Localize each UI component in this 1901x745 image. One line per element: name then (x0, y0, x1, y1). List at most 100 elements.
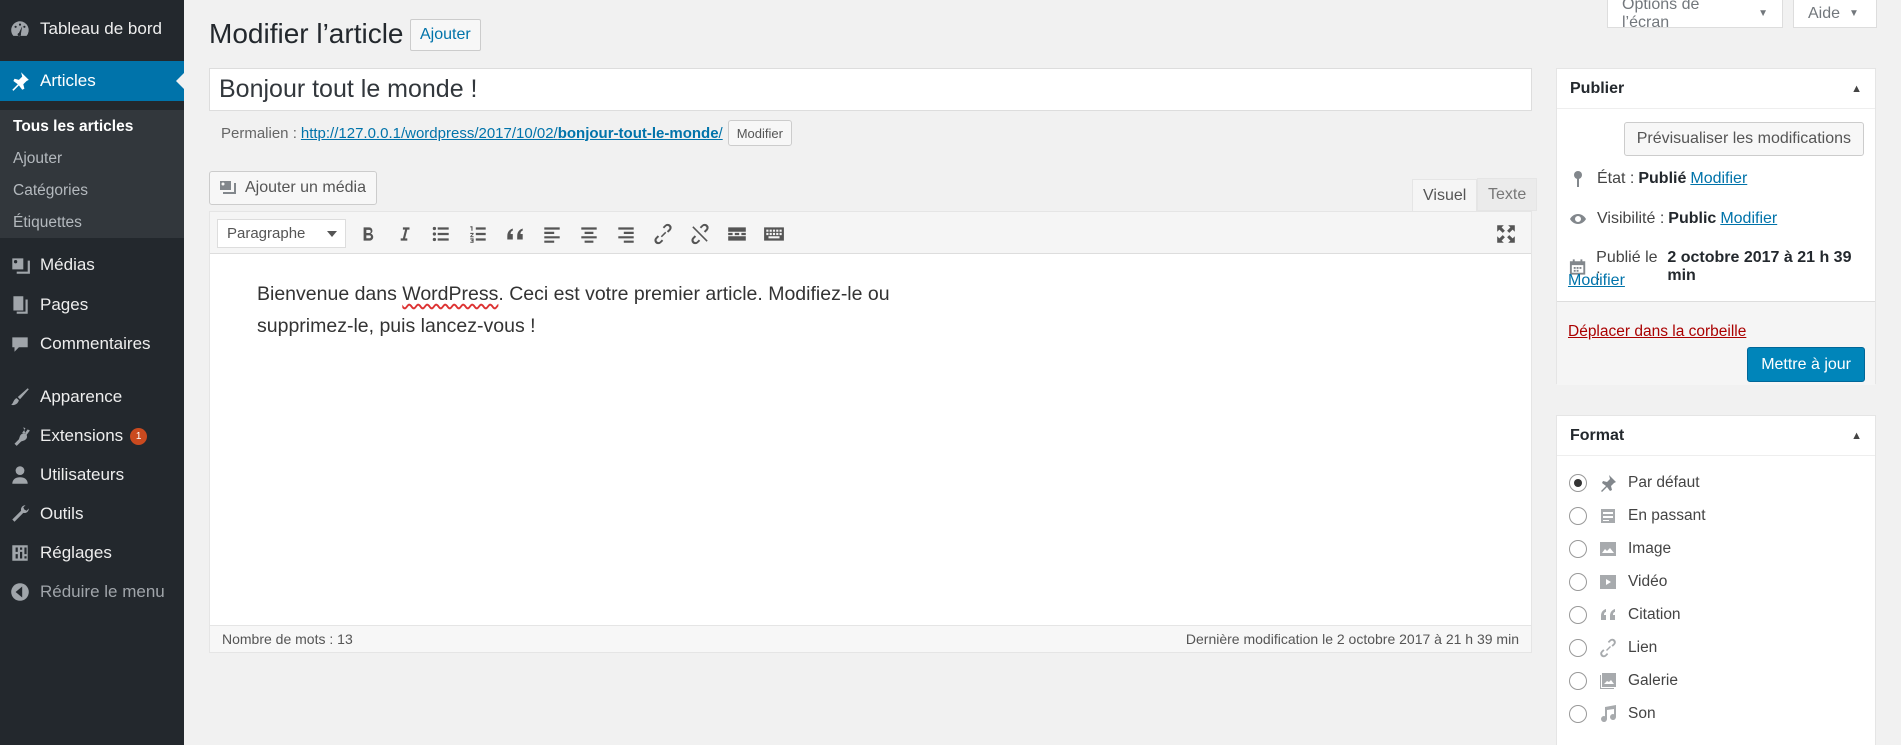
screen-options-button[interactable]: Options de l’écran ▼ (1607, 0, 1783, 31)
submenu-tags[interactable]: Étiquettes (13, 214, 82, 232)
eye-icon (1570, 214, 1586, 224)
submenu-all-articles[interactable]: Tous les articles (13, 118, 133, 136)
update-button[interactable]: Mettre à jour (1747, 347, 1865, 382)
format-radio-audio[interactable] (1569, 705, 1587, 723)
last-edit: Dernière modification le 2 octobre 2017 … (1185, 631, 1519, 647)
format-option-image[interactable]: Image (1569, 537, 1671, 561)
numbered-list-button[interactable] (465, 221, 491, 247)
format-box-header[interactable]: Format ▲ (1557, 416, 1875, 456)
bullet-list-button[interactable] (428, 221, 454, 247)
media-icon (0, 254, 40, 276)
menu-media-label: Médias (40, 255, 95, 274)
menu-collapse[interactable]: Réduire le menu (0, 572, 184, 612)
visibility-row: Visibilité : Public Modifier (1568, 209, 1777, 229)
link-icon (1597, 637, 1619, 659)
preview-changes-button[interactable]: Prévisualiser les modifications (1623, 122, 1864, 156)
add-media-button[interactable]: Ajouter un média (209, 171, 377, 205)
permalink-edit-button[interactable]: Modifier (727, 120, 792, 146)
format-radio-gallery[interactable] (1569, 672, 1587, 690)
align-center-button[interactable] (576, 221, 602, 247)
format-option-gallery[interactable]: Galerie (1569, 669, 1678, 693)
bold-icon (363, 227, 374, 241)
image-icon (1597, 538, 1619, 560)
add-new-button[interactable]: Ajouter (410, 19, 481, 51)
format-radio-image[interactable] (1569, 540, 1587, 558)
submenu-categories[interactable]: Catégories (13, 182, 88, 200)
format-option-quote[interactable]: Citation (1569, 603, 1681, 627)
editor-content-area[interactable]: Bienvenue dans WordPress. Ceci est votre… (257, 278, 907, 342)
permalink-base: http://127.0.0.1/wordpress/2017/10/02/ (300, 124, 558, 142)
format-label-standard: Par défaut (1628, 474, 1700, 491)
align-left-button[interactable] (539, 221, 565, 247)
format-option-video[interactable]: Vidéo (1569, 570, 1667, 594)
collapse-arrow-icon (0, 581, 40, 603)
comments-icon (0, 333, 40, 355)
plugin-icon (0, 425, 40, 447)
insert-link-button[interactable] (650, 221, 676, 247)
read-more-button[interactable] (724, 221, 750, 247)
submenu-add[interactable]: Ajouter (13, 150, 62, 168)
publish-box-header[interactable]: Publier ▲ (1557, 69, 1875, 109)
status-edit-link[interactable]: Modifier (1690, 170, 1747, 188)
bold-button[interactable] (355, 221, 381, 247)
align-right-button[interactable] (613, 221, 639, 247)
menu-plugins-label: Extensions (40, 426, 124, 445)
menu-plugins[interactable]: Extensions 1 (0, 416, 184, 456)
menu-media[interactable]: Médias (0, 245, 184, 285)
format-box: Format ▲ Par défaut En passant Image Vid… (1556, 415, 1876, 745)
menu-tools[interactable]: Outils (0, 494, 184, 534)
menu-pages[interactable]: Pages (0, 285, 184, 325)
visibility-label: Visibilité : (1597, 210, 1665, 227)
music-note-icon (1597, 703, 1619, 725)
format-radio-link[interactable] (1569, 639, 1587, 657)
fullscreen-button[interactable] (1493, 221, 1519, 247)
collapse-toggle-icon[interactable]: ▲ (1851, 430, 1862, 442)
format-option-standard[interactable]: Par défaut (1569, 471, 1700, 495)
align-center-icon (581, 227, 597, 243)
pushpin-icon (1597, 472, 1619, 494)
format-option-link[interactable]: Lien (1569, 636, 1657, 660)
pushpin-icon (0, 70, 40, 92)
quote-icon (1597, 604, 1619, 626)
caret-down-icon: ▼ (1758, 8, 1768, 19)
menu-dashboard-label: Tableau de bord (40, 19, 162, 38)
format-option-audio[interactable]: Son (1569, 702, 1656, 726)
menu-articles-label: Articles (40, 71, 96, 90)
format-radio-video[interactable] (1569, 573, 1587, 591)
menu-collapse-label: Réduire le menu (40, 582, 165, 601)
published-date-edit-link[interactable]: Modifier (1568, 272, 1625, 290)
post-title-input[interactable]: Bonjour tout le monde ! (209, 68, 1532, 111)
menu-settings[interactable]: Réglages (0, 533, 184, 573)
tab-visual[interactable]: Visuel (1412, 179, 1478, 212)
align-left-icon (544, 227, 560, 243)
menu-appearance[interactable]: Apparence (0, 377, 184, 417)
editor-status-bar: Nombre de mots : 13 Dernière modificatio… (210, 625, 1531, 652)
word-count: Nombre de mots : 13 (222, 631, 353, 647)
tab-text[interactable]: Texte (1477, 178, 1538, 211)
plugins-update-badge: 1 (130, 427, 148, 445)
help-button[interactable]: Aide ▼ (1793, 0, 1877, 28)
blockquote-icon (507, 228, 523, 240)
permalink-link[interactable]: http://127.0.0.1/wordpress/2017/10/02/bo… (301, 125, 723, 142)
visibility-edit-link[interactable]: Modifier (1720, 210, 1777, 228)
remove-link-button[interactable] (687, 221, 713, 247)
format-select[interactable]: Paragraphe (217, 219, 346, 248)
format-option-aside[interactable]: En passant (1569, 504, 1706, 528)
help-label: Aide (1808, 4, 1841, 22)
read-more-icon (728, 227, 746, 241)
toolbar-toggle-button[interactable] (761, 221, 787, 247)
format-radio-aside[interactable] (1569, 507, 1587, 525)
menu-comments[interactable]: Commentaires (0, 324, 184, 364)
menu-dashboard[interactable]: Tableau de bord (0, 9, 184, 49)
move-to-trash-link[interactable]: Déplacer dans la corbeille (1568, 323, 1746, 341)
format-radio-quote[interactable] (1569, 606, 1587, 624)
italic-button[interactable] (391, 221, 417, 247)
unlink-icon (691, 223, 709, 245)
menu-users[interactable]: Utilisateurs (0, 455, 184, 495)
permalink-end: / (718, 124, 723, 142)
format-radio-standard[interactable] (1569, 474, 1587, 492)
blockquote-button[interactable] (502, 221, 528, 247)
menu-articles[interactable]: Articles (0, 61, 184, 101)
collapse-toggle-icon[interactable]: ▲ (1851, 83, 1862, 95)
publish-box: Publier ▲ Prévisualiser les modification… (1556, 68, 1876, 385)
